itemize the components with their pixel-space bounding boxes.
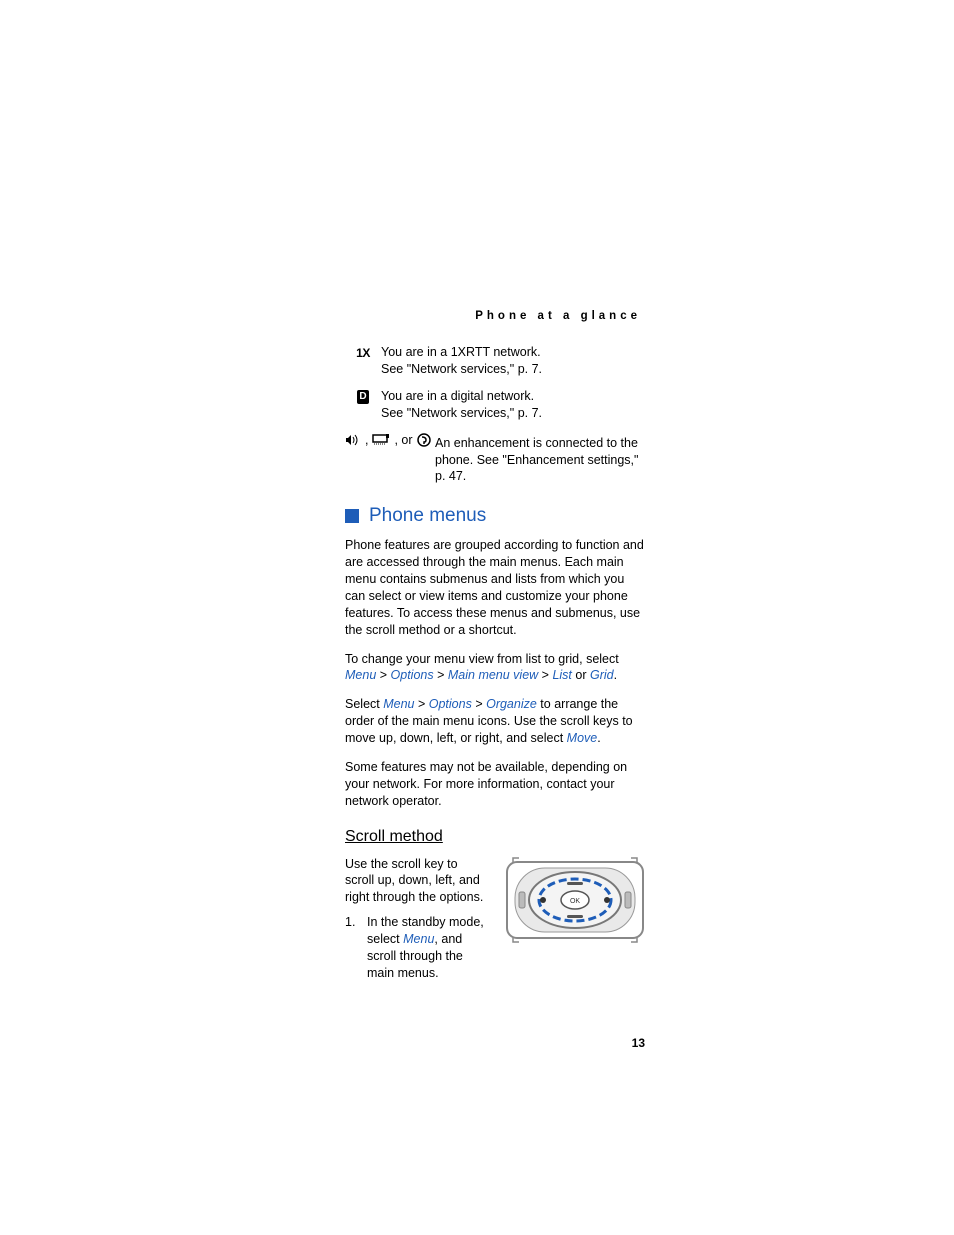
options-link: Options xyxy=(429,697,472,711)
tty-icon xyxy=(372,434,390,446)
page-content: Phone at a glance 1X You are in a 1XRTT … xyxy=(345,310,645,982)
organize-link: Organize xyxy=(486,697,537,711)
grid-link: Grid xyxy=(590,668,614,682)
hearing-aid-icon xyxy=(417,433,431,447)
running-header: Phone at a glance xyxy=(345,310,645,322)
paragraph: Select Menu > Options > Organize to arra… xyxy=(345,696,645,747)
list-item: 1. In the standby mode, select Menu, and… xyxy=(345,914,487,982)
indicator-text: You are in a digital network. See "Netwo… xyxy=(381,388,645,422)
paragraph: Some features may not be available, depe… xyxy=(345,759,645,810)
network-1x-icon: 1X xyxy=(345,344,381,360)
menu-link: Menu xyxy=(383,697,414,711)
paragraph: Phone features are grouped according to … xyxy=(345,537,645,638)
paragraph: To change your menu view from list to gr… xyxy=(345,651,645,685)
paragraph: Use the scroll key to scroll up, down, l… xyxy=(345,856,487,907)
ok-button-label: OK xyxy=(570,898,580,905)
page-number: 13 xyxy=(632,1036,645,1050)
network-digital-icon: D xyxy=(345,388,381,404)
indicator-row-enhancement: , , or An enhancement is connected to th… xyxy=(345,432,645,486)
list-link: List xyxy=(552,668,571,682)
menu-link: Menu xyxy=(403,932,434,946)
main-menu-view-link: Main menu view xyxy=(448,668,538,682)
heading-text: Phone menus xyxy=(369,505,486,527)
speaker-icon xyxy=(345,434,361,446)
move-link: Move xyxy=(567,731,598,745)
options-link: Options xyxy=(391,668,434,682)
scroll-method-row: Use the scroll key to scroll up, down, l… xyxy=(345,856,645,982)
menu-link: Menu xyxy=(345,668,376,682)
indicator-row-digital: D You are in a digital network. See "Net… xyxy=(345,388,645,422)
scroll-key-illustration: OK xyxy=(505,856,645,949)
indicator-text: You are in a 1XRTT network. See "Network… xyxy=(381,344,645,378)
section-heading: Phone menus xyxy=(345,505,645,527)
bullet-square-icon xyxy=(345,509,359,523)
indicator-row-1xrtt: 1X You are in a 1XRTT network. See "Netw… xyxy=(345,344,645,378)
subsection-heading: Scroll method xyxy=(345,828,645,846)
